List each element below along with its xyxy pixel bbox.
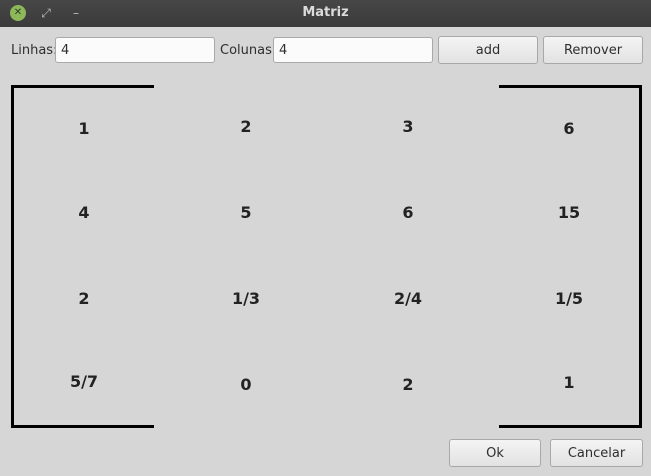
matrix-cell: 2 — [402, 375, 414, 394]
remove-button[interactable]: Remover — [543, 36, 643, 64]
matrix-cell: 2/4 — [393, 289, 423, 308]
ok-button[interactable]: Ok — [449, 439, 541, 467]
rows-input[interactable] — [55, 37, 215, 63]
matrix-cell: 1 — [563, 373, 575, 392]
matrix-cell: 2 — [240, 117, 252, 136]
columns-label: Colunas: — [220, 43, 277, 58]
matrix-cell: 5 — [240, 203, 252, 222]
add-button[interactable]: add — [438, 36, 538, 64]
matrix-cell: 1/3 — [231, 289, 261, 308]
matrix-cell: 15 — [557, 203, 581, 222]
columns-input[interactable] — [273, 37, 433, 63]
window-title: Matriz — [302, 5, 349, 20]
cancel-button[interactable]: Cancelar — [550, 439, 643, 467]
matrix-window: ✕ ⤢ – Matriz Linhas: Colunas: add Remove… — [0, 0, 651, 476]
matrix-cell: 3 — [402, 117, 414, 136]
matrix-cell: 1 — [78, 119, 90, 138]
matrix-cell: 2 — [78, 289, 90, 308]
title-bar[interactable]: ✕ ⤢ – Matriz — [0, 0, 651, 27]
matrix-cell: 6 — [402, 203, 414, 222]
matrix-cell: 4 — [78, 203, 90, 222]
matrix-cell: 1/5 — [554, 289, 584, 308]
matrix-cell: 6 — [563, 119, 575, 138]
matrix-cell: 5/7 — [69, 372, 99, 391]
rows-label: Linhas: — [11, 43, 58, 58]
matrix-cell: 0 — [240, 375, 252, 394]
